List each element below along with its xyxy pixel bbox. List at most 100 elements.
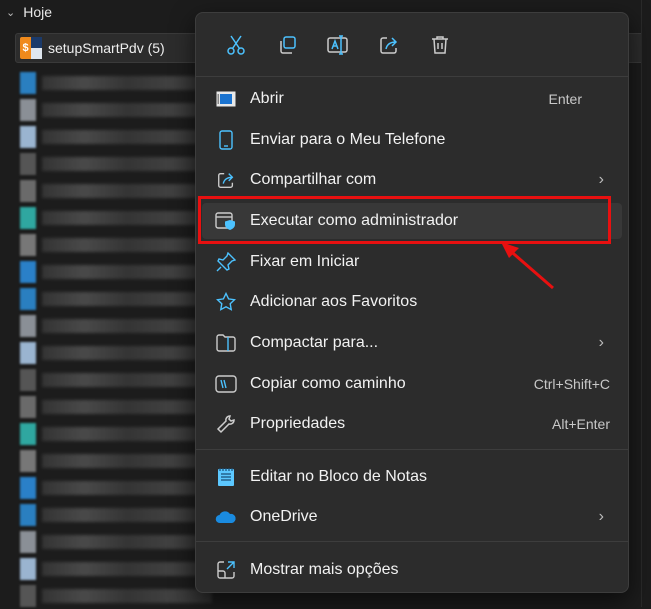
share-icon <box>214 170 238 190</box>
blurred-file-name <box>42 508 212 522</box>
menu-item-copiar-como-caminho[interactable]: Copiar como caminho Ctrl+Shift+C <box>202 366 622 402</box>
red-arrow-annotation <box>501 242 554 290</box>
blurred-file-name <box>42 535 212 549</box>
more-options-icon <box>214 560 238 580</box>
installer-icon: $ <box>20 37 42 59</box>
menu-divider <box>196 541 628 542</box>
blurred-file-name <box>42 589 212 603</box>
menu-item-label: Propriedades <box>250 415 346 432</box>
blurred-file-row[interactable] <box>20 232 212 258</box>
blurred-file-row[interactable] <box>20 340 212 366</box>
shortcut-label: Enter <box>548 91 582 107</box>
cut-button[interactable] <box>210 27 261 63</box>
menu-item-propriedades[interactable]: Propriedades Alt+Enter <box>202 406 622 442</box>
rename-button[interactable] <box>312 27 363 63</box>
blurred-file-name <box>42 157 212 171</box>
group-header-today[interactable]: ⌄ Hoje <box>6 4 52 20</box>
menu-item-compactar-para[interactable]: Compactar para... › <box>202 325 622 361</box>
file-icon <box>20 558 36 580</box>
copy-button[interactable] <box>261 27 312 63</box>
copy-icon <box>279 35 296 54</box>
blurred-file-name <box>42 292 212 306</box>
file-icon <box>20 288 36 310</box>
chevron-right-icon: › <box>598 334 604 351</box>
context-toolbar <box>196 13 628 77</box>
menu-divider <box>196 449 628 450</box>
file-icon <box>20 180 36 202</box>
blurred-file-name <box>42 346 212 360</box>
scrollbar[interactable] <box>641 0 651 607</box>
blurred-file-row[interactable] <box>20 583 212 609</box>
blurred-file-name <box>42 265 212 279</box>
file-icon <box>20 585 36 607</box>
notepad-icon <box>214 467 238 487</box>
file-icon <box>20 531 36 553</box>
blurred-file-row[interactable] <box>20 97 212 123</box>
chevron-right-icon: › <box>598 171 604 188</box>
file-icon <box>20 126 36 148</box>
blurred-file-row[interactable] <box>20 313 212 339</box>
menu-item-label: Enviar para o Meu Telefone <box>250 131 446 148</box>
menu-item-enviar-para-o-meu-telefone[interactable]: Enviar para o Meu Telefone <box>202 122 622 158</box>
blurred-file-row[interactable] <box>20 286 212 312</box>
blurred-file-name <box>42 238 212 252</box>
menu-item-onedrive[interactable]: OneDrive › <box>202 499 622 535</box>
shortcut-label: Alt+Enter <box>552 416 610 432</box>
menu-item-compartilhar-com[interactable]: Compartilhar com › <box>202 162 622 198</box>
blurred-file-row[interactable] <box>20 259 212 285</box>
group-label: Hoje <box>23 4 53 20</box>
context-menu: Abrir Enter Enviar para o Meu Telefone Comp… <box>195 12 629 593</box>
file-icon <box>20 315 36 337</box>
file-icon <box>20 234 36 256</box>
menu-item-label: Compartilhar com <box>250 171 377 188</box>
share-button[interactable] <box>363 27 414 63</box>
blurred-file-row[interactable] <box>20 502 212 528</box>
menu-item-editar-no-bloco-de-notas[interactable]: Editar no Bloco de Notas <box>202 459 622 495</box>
menu-item-mostrar-mais-opcoes[interactable]: Mostrar mais opções <box>202 552 622 588</box>
blurred-file-name <box>42 211 212 225</box>
shortcut-label: Ctrl+Shift+C <box>533 376 610 392</box>
blurred-file-row[interactable] <box>20 70 212 96</box>
blurred-file-row[interactable] <box>20 151 212 177</box>
file-icon <box>20 396 36 418</box>
blurred-file-name <box>42 76 212 90</box>
star-icon <box>214 292 238 312</box>
file-icon <box>20 261 36 283</box>
blurred-file-name <box>42 103 212 117</box>
delete-button[interactable] <box>414 27 465 63</box>
blurred-file-row[interactable] <box>20 529 212 555</box>
zip-folder-icon <box>214 334 238 352</box>
blurred-file-row[interactable] <box>20 556 212 582</box>
blurred-file-row[interactable] <box>20 394 212 420</box>
file-icon <box>20 369 36 391</box>
menu-item-label: Fixar em Iniciar <box>250 253 360 270</box>
delete-icon <box>431 35 448 54</box>
menu-item-label: OneDrive <box>250 508 318 525</box>
cut-icon <box>226 35 245 55</box>
menu-item-label: Mostrar mais opções <box>250 561 399 578</box>
blurred-file-row[interactable] <box>20 367 212 393</box>
pin-icon <box>214 252 238 272</box>
menu-item-label: Compactar para... <box>250 334 379 351</box>
blurred-file-row[interactable] <box>20 205 212 231</box>
blurred-file-row[interactable] <box>20 421 212 447</box>
blurred-file-name <box>42 562 212 576</box>
file-icon <box>20 450 36 472</box>
menu-item-abrir[interactable]: Abrir Enter <box>202 81 622 117</box>
blurred-file-row[interactable] <box>20 178 212 204</box>
file-icon <box>20 477 36 499</box>
blurred-file-name <box>42 319 212 333</box>
chevron-down-icon: ⌄ <box>6 6 16 19</box>
blurred-file-row[interactable] <box>20 448 212 474</box>
blurred-file-row[interactable] <box>20 475 212 501</box>
menu-item-label: Adicionar aos Favoritos <box>250 293 418 310</box>
blurred-file-name <box>42 373 212 387</box>
file-name: setupSmartPdv (5) <box>48 40 165 56</box>
menu-item-label: Editar no Bloco de Notas <box>250 468 427 485</box>
rename-icon <box>326 34 348 55</box>
menu-item-label: Abrir <box>250 90 284 107</box>
blurred-file-row[interactable] <box>20 124 212 150</box>
phone-icon <box>214 130 238 150</box>
blurred-file-name <box>42 454 212 468</box>
onedrive-icon <box>214 510 238 524</box>
